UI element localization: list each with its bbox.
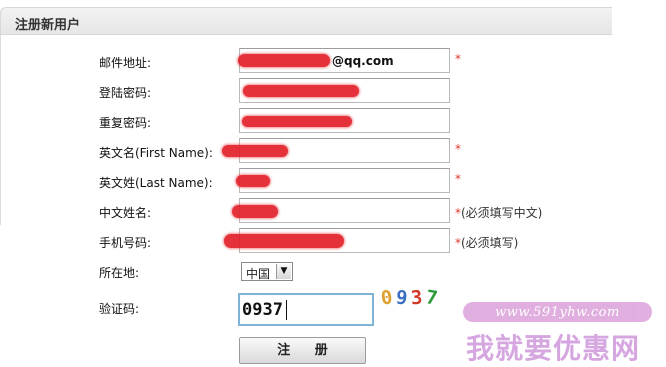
first-name-redaction bbox=[222, 145, 288, 157]
email-row: 邮件地址: @qq.com * bbox=[0, 48, 666, 74]
register-button[interactable]: 注 册 bbox=[239, 337, 366, 364]
password-redaction bbox=[243, 85, 359, 97]
phone-row: 手机号码: *(必须填写) bbox=[0, 228, 666, 254]
chevron-down-icon[interactable]: ▼ bbox=[276, 264, 291, 279]
phone-label: 手机号码: bbox=[99, 236, 152, 250]
chinese-name-row: 中文姓名: *(必须填写中文) bbox=[0, 198, 666, 224]
captcha-image[interactable]: 0 9 3 7 bbox=[379, 285, 443, 315]
email-required-mark: * bbox=[455, 52, 461, 66]
last-name-field[interactable] bbox=[239, 168, 450, 193]
phone-redaction bbox=[224, 234, 344, 248]
location-select[interactable]: 中国 ▼ bbox=[241, 262, 293, 281]
confirm-password-row: 重复密码: bbox=[0, 108, 666, 134]
phone-note: *(必须填写) bbox=[455, 234, 518, 251]
confirm-password-label: 重复密码: bbox=[99, 116, 152, 130]
captcha-digit: 7 bbox=[424, 286, 440, 310]
captcha-digit: 3 bbox=[410, 286, 424, 310]
phone-note-text: (必须填写) bbox=[461, 236, 519, 250]
email-label: 邮件地址: bbox=[99, 56, 152, 70]
confirm-password-redaction bbox=[242, 116, 352, 127]
last-name-row: 英文姓(Last Name): * bbox=[0, 168, 666, 194]
location-label: 所在地: bbox=[99, 266, 140, 280]
first-name-required-mark: * bbox=[455, 142, 461, 156]
captcha-digit: 9 bbox=[394, 286, 409, 310]
watermark-text: 我就要优惠网 bbox=[466, 332, 641, 365]
captcha-digit: 0 bbox=[379, 286, 394, 310]
captcha-label: 验证码: bbox=[99, 302, 140, 316]
first-name-row: 英文名(First Name): * bbox=[0, 138, 666, 164]
email-redaction bbox=[238, 54, 330, 67]
last-name-redaction bbox=[236, 175, 270, 187]
captcha-input-value: 0937 bbox=[242, 300, 283, 320]
section-title: 注册新用户 bbox=[15, 18, 81, 33]
watermark-url-badge: www.591yhw.com bbox=[463, 302, 652, 322]
location-selected-value: 中国 bbox=[246, 267, 271, 281]
last-name-required-mark: * bbox=[455, 172, 461, 186]
captcha-input[interactable]: 0937 bbox=[238, 293, 374, 326]
text-cursor bbox=[286, 300, 287, 320]
watermark-url: www.591yhw.com bbox=[495, 305, 620, 320]
last-name-label: 英文姓(Last Name): bbox=[99, 176, 213, 190]
password-row: 登陆密码: bbox=[0, 78, 666, 104]
location-row: 所在地: bbox=[0, 258, 666, 284]
password-label: 登陆密码: bbox=[99, 86, 152, 100]
chinese-name-note-text: (必须填写中文) bbox=[461, 206, 543, 220]
chinese-name-label: 中文姓名: bbox=[99, 206, 152, 220]
first-name-label: 英文名(First Name): bbox=[99, 146, 213, 160]
chinese-name-redaction bbox=[232, 205, 278, 218]
email-visible-value: @qq.com bbox=[332, 54, 394, 68]
section-header: 注册新用户 bbox=[0, 7, 612, 35]
chinese-name-note: *(必须填写中文) bbox=[455, 204, 542, 221]
